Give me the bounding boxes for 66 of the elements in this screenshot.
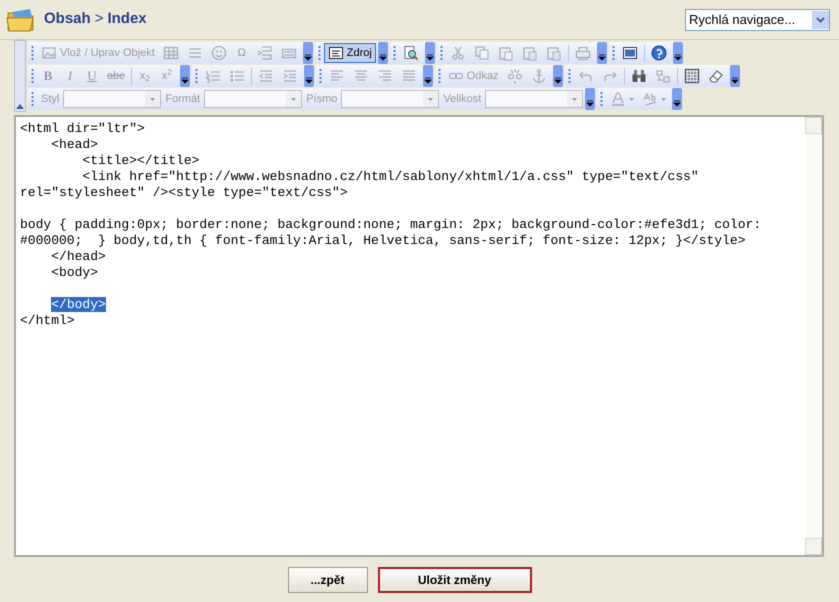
- image-icon: [41, 45, 57, 61]
- help-icon: [650, 45, 667, 61]
- text-color-icon: [610, 91, 626, 107]
- scrollbar[interactable]: [805, 117, 822, 555]
- grip-handle-icon[interactable]: [392, 45, 396, 61]
- numbered-list-icon: [204, 68, 221, 84]
- grip-handle-icon[interactable]: [438, 68, 441, 84]
- caret-icon: [661, 98, 666, 100]
- quick-navigation-select[interactable]: Rychlá navigace...: [685, 8, 830, 30]
- breadcrumb-link[interactable]: Index: [107, 8, 147, 31]
- binoculars-icon: [630, 68, 647, 84]
- toolbar-options-icon[interactable]: [180, 65, 190, 87]
- eraser-icon: [708, 68, 724, 84]
- bullet-list-icon: [228, 68, 245, 84]
- grid-icon: [684, 68, 700, 84]
- magnifier-icon: [402, 45, 419, 61]
- combo-label: Styl: [41, 92, 60, 107]
- clipboard-icon: [522, 45, 538, 61]
- document-icon: [328, 45, 344, 61]
- toolbar-options-icon[interactable]: [378, 42, 388, 64]
- scissors-icon: [450, 45, 466, 61]
- grip-handle-icon[interactable]: [194, 68, 198, 84]
- grip-handle-icon[interactable]: [600, 91, 604, 107]
- highlight-color-icon: [642, 91, 658, 107]
- toolbar-options-icon[interactable]: [552, 65, 563, 87]
- toolbar-options-icon[interactable]: [596, 42, 607, 64]
- toolbar-options-icon[interactable]: [424, 42, 435, 64]
- toolbar-options-icon[interactable]: [730, 65, 740, 87]
- clipboard-icon: [546, 45, 562, 61]
- toolbar-options-icon[interactable]: [422, 65, 433, 87]
- printer-icon: [574, 45, 591, 61]
- table-icon: [162, 45, 179, 61]
- grip-handle-icon[interactable]: [31, 91, 34, 107]
- combo-label: Písmo: [306, 92, 338, 107]
- replace-icon: [654, 68, 671, 84]
- toolbar-options-icon[interactable]: [585, 88, 596, 110]
- caret-icon: [629, 98, 634, 100]
- outdent-icon: [258, 68, 274, 84]
- grip-handle-icon[interactable]: [31, 68, 34, 84]
- page-break-icon: [256, 45, 273, 61]
- grip-handle-icon[interactable]: [612, 45, 615, 61]
- clipboard-icon: [498, 45, 514, 61]
- anchor-icon: [530, 68, 547, 84]
- toolbar-options-icon[interactable]: [672, 88, 682, 110]
- save-button[interactable]: Uložit změny: [378, 567, 532, 593]
- broken-chain-icon: [506, 68, 523, 84]
- back-button[interactable]: ...zpět: [288, 567, 368, 593]
- grip-handle-icon[interactable]: [568, 68, 571, 84]
- toolbar-options-icon[interactable]: [672, 42, 683, 64]
- collapse-triangle-icon[interactable]: [16, 104, 24, 109]
- window-icon: [622, 45, 638, 61]
- toolbar-options-icon[interactable]: [302, 42, 313, 64]
- indent-icon: [282, 68, 298, 84]
- breadcrumb-link[interactable]: Obsah: [44, 8, 91, 31]
- grip-handle-icon[interactable]: [318, 45, 321, 61]
- folder-icon: [6, 6, 36, 32]
- breadcrumb-separator: >: [94, 9, 104, 30]
- copy-icon: [474, 45, 490, 61]
- grip-handle-icon[interactable]: [318, 68, 322, 84]
- grip-handle-icon[interactable]: [31, 45, 34, 61]
- combo-label: Velikost: [443, 92, 482, 107]
- toolbar-options-icon[interactable]: [304, 65, 314, 87]
- grip-handle-icon[interactable]: [440, 45, 443, 61]
- combo-label: Formát: [165, 92, 200, 107]
- toolbar-button[interactable]: Zdroj: [324, 43, 376, 63]
- smiley-icon: [210, 45, 227, 61]
